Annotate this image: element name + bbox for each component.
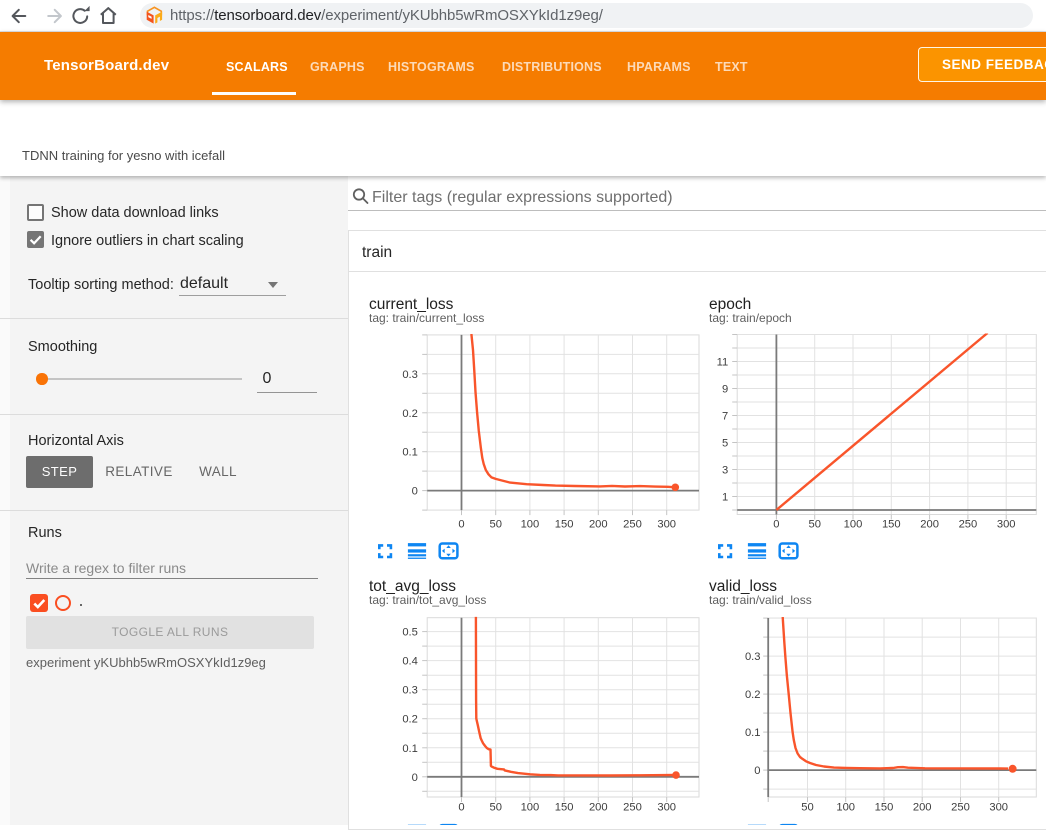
- svg-text:0.2: 0.2: [402, 714, 418, 726]
- svg-text:250: 250: [623, 802, 642, 814]
- svg-text:0.4: 0.4: [402, 656, 418, 668]
- svg-text:150: 150: [875, 802, 894, 814]
- svg-text:300: 300: [997, 519, 1016, 531]
- svg-text:200: 200: [920, 519, 939, 531]
- svg-text:300: 300: [657, 519, 676, 531]
- svg-text:0: 0: [458, 802, 464, 814]
- svg-text:0: 0: [773, 519, 779, 531]
- svg-text:250: 250: [959, 519, 978, 531]
- svg-text:150: 150: [555, 519, 574, 531]
- svg-text:250: 250: [623, 519, 642, 531]
- svg-text:0.5: 0.5: [402, 627, 418, 639]
- svg-text:0.3: 0.3: [745, 651, 761, 663]
- svg-text:100: 100: [521, 519, 540, 531]
- svg-text:50: 50: [808, 519, 820, 531]
- svg-text:250: 250: [951, 802, 970, 814]
- svg-text:0.2: 0.2: [745, 689, 761, 701]
- svg-text:300: 300: [989, 802, 1008, 814]
- svg-text:100: 100: [836, 802, 855, 814]
- svg-text:1: 1: [722, 492, 728, 504]
- svg-text:0.3: 0.3: [402, 685, 418, 697]
- svg-text:200: 200: [589, 519, 608, 531]
- svg-text:5: 5: [722, 438, 728, 450]
- svg-text:300: 300: [657, 802, 676, 814]
- svg-text:0.1: 0.1: [745, 727, 761, 739]
- svg-text:0: 0: [458, 519, 464, 531]
- svg-text:50: 50: [489, 519, 501, 531]
- svg-text:200: 200: [913, 802, 932, 814]
- svg-text:0: 0: [754, 765, 760, 777]
- svg-text:150: 150: [882, 519, 901, 531]
- svg-text:3: 3: [722, 465, 728, 477]
- svg-text:50: 50: [801, 802, 813, 814]
- svg-text:0: 0: [412, 486, 418, 498]
- svg-text:7: 7: [722, 411, 728, 423]
- svg-text:0.1: 0.1: [402, 447, 418, 459]
- svg-text:50: 50: [489, 802, 501, 814]
- svg-text:100: 100: [844, 519, 863, 531]
- svg-text:0: 0: [412, 772, 418, 784]
- svg-text:150: 150: [555, 802, 574, 814]
- svg-text:200: 200: [589, 802, 608, 814]
- svg-text:0.1: 0.1: [402, 743, 418, 755]
- svg-text:11: 11: [717, 357, 729, 369]
- svg-text:0.2: 0.2: [402, 408, 418, 420]
- svg-text:100: 100: [521, 802, 540, 814]
- svg-text:0.3: 0.3: [402, 369, 418, 381]
- svg-text:9: 9: [722, 384, 728, 396]
